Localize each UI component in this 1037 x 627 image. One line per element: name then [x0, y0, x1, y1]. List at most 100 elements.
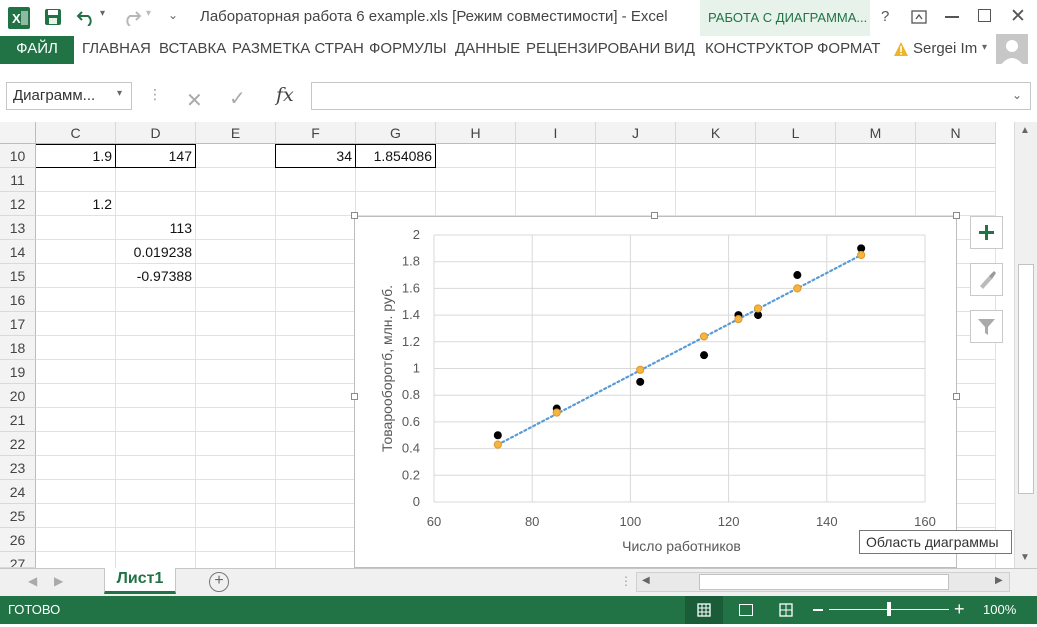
tab-data[interactable]: ДАННЫЕ — [455, 36, 520, 64]
cell-d10[interactable]: 147 — [116, 144, 196, 168]
chart-elements-button[interactable] — [970, 216, 1003, 249]
cell-c10[interactable]: 1.9 — [36, 144, 116, 168]
cell-d14[interactable]: 0.019238 — [116, 240, 196, 264]
add-sheet-icon[interactable]: + — [209, 572, 229, 592]
tab-insert[interactable]: ВСТАВКА — [159, 36, 226, 64]
row-header-12[interactable]: 12 — [0, 192, 36, 216]
tab-view[interactable]: ВИД — [664, 36, 695, 64]
column-header-e[interactable]: E — [196, 122, 276, 144]
vertical-scrollbar[interactable]: ▲ ▼ — [1014, 122, 1037, 568]
chart-resize-handle-r[interactable] — [953, 393, 960, 400]
page-layout-view-icon[interactable] — [739, 604, 753, 616]
maximize-icon[interactable] — [978, 9, 991, 22]
tab-page-layout[interactable]: РАЗМЕТКА СТРАН — [232, 36, 364, 64]
prev-sheet-icon[interactable]: ◀ — [28, 574, 37, 588]
help-button[interactable]: ? — [881, 8, 889, 25]
cell-f10[interactable]: 34 — [276, 144, 356, 168]
formula-input[interactable]: ⌄ — [311, 82, 1031, 110]
row-header-25[interactable]: 25 — [0, 504, 36, 528]
chart-styles-button[interactable] — [970, 263, 1003, 296]
row-header-27[interactable]: 27 — [0, 552, 36, 568]
tab-format[interactable]: ФОРМАТ — [817, 36, 880, 64]
row-header-22[interactable]: 22 — [0, 432, 36, 456]
page-break-view-icon[interactable] — [779, 603, 793, 617]
tab-review[interactable]: РЕЦЕНЗИРОВАНИ — [526, 36, 660, 64]
zoom-slider-thumb[interactable] — [887, 602, 891, 616]
row-header-19[interactable]: 19 — [0, 360, 36, 384]
zoom-level[interactable]: 100% — [983, 602, 1016, 617]
column-header-l[interactable]: L — [756, 122, 836, 144]
column-header-g[interactable]: G — [356, 122, 436, 144]
zoom-in-button[interactable]: + — [954, 599, 965, 620]
cell-c12[interactable]: 1.2 — [36, 192, 116, 216]
chart-resize-handle-tr[interactable] — [953, 212, 960, 219]
redo-dropdown-icon[interactable]: ▾ — [146, 8, 151, 19]
expand-formula-bar-icon[interactable]: ⌄ — [1012, 88, 1022, 102]
row-header-11[interactable]: 11 — [0, 168, 36, 192]
column-header-h[interactable]: H — [436, 122, 516, 144]
insert-function-icon[interactable]: fx — [276, 84, 294, 106]
vertical-scroll-thumb[interactable] — [1018, 264, 1034, 494]
zoom-out-button[interactable] — [813, 609, 823, 611]
column-header-c[interactable]: C — [36, 122, 116, 144]
name-box-dropdown-icon[interactable]: ▾ — [117, 88, 122, 99]
customize-qat-icon[interactable]: ⌄ — [168, 8, 178, 22]
column-header-n[interactable]: N — [916, 122, 996, 144]
tab-file[interactable]: ФАЙЛ — [0, 36, 74, 64]
redo-icon[interactable] — [120, 8, 142, 27]
column-header-j[interactable]: J — [596, 122, 676, 144]
avatar[interactable] — [996, 34, 1028, 66]
column-header-k[interactable]: K — [676, 122, 756, 144]
row-header-21[interactable]: 21 — [0, 408, 36, 432]
row-header-14[interactable]: 14 — [0, 240, 36, 264]
chart-filters-button[interactable] — [970, 310, 1003, 343]
undo-dropdown-icon[interactable]: ▾ — [100, 8, 105, 19]
save-icon[interactable] — [44, 8, 62, 26]
horizontal-scrollbar[interactable]: ◀ ▶ — [636, 572, 1010, 592]
column-header-i[interactable]: I — [516, 122, 596, 144]
row-header-13[interactable]: 13 — [0, 216, 36, 240]
close-icon[interactable]: ✕ — [1010, 5, 1026, 28]
undo-icon[interactable] — [76, 8, 98, 27]
chart-resize-handle-t[interactable] — [651, 212, 658, 219]
row-header-16[interactable]: 16 — [0, 288, 36, 312]
user-name[interactable]: Sergei Im — [913, 40, 977, 57]
chart-resize-handle-tl[interactable] — [351, 212, 358, 219]
tab-design[interactable]: КОНСТРУКТОР — [705, 36, 814, 64]
tab-home[interactable]: ГЛАВНАЯ — [82, 36, 151, 64]
normal-view-button[interactable] — [685, 596, 723, 624]
scatter-chart[interactable]: 0 0.2 0.4 0.6 0.8 1 1.2 1.4 1.6 1.8 2 60 80 100 120 140… — [355, 217, 956, 567]
scroll-left-icon[interactable]: ◀ — [642, 575, 650, 586]
scroll-up-icon[interactable]: ▲ — [1020, 125, 1030, 136]
row-header-18[interactable]: 18 — [0, 336, 36, 360]
column-header-f[interactable]: F — [276, 122, 356, 144]
row-header-26[interactable]: 26 — [0, 528, 36, 552]
row-header-23[interactable]: 23 — [0, 456, 36, 480]
row-header-10[interactable]: 10 — [0, 144, 36, 168]
row-header-24[interactable]: 24 — [0, 480, 36, 504]
column-header-m[interactable]: M — [836, 122, 916, 144]
minimize-icon[interactable] — [945, 16, 959, 18]
chart-resize-handle-l[interactable] — [351, 393, 358, 400]
column-header-d[interactable]: D — [116, 122, 196, 144]
tab-formulas[interactable]: ФОРМУЛЫ — [369, 36, 447, 64]
sheet-bar-options-icon[interactable]: ⋮ — [620, 574, 632, 588]
next-sheet-icon[interactable]: ▶ — [54, 574, 63, 588]
cell-d15[interactable]: -0.97388 — [116, 264, 196, 288]
ribbon-display-options-icon[interactable] — [911, 10, 927, 24]
row-header-20[interactable]: 20 — [0, 384, 36, 408]
select-all-corner[interactable] — [0, 122, 36, 144]
cell-g10[interactable]: 1.854086 — [356, 144, 436, 168]
cell-d13[interactable]: 113 — [116, 216, 196, 240]
scroll-down-icon[interactable]: ▼ — [1020, 552, 1030, 563]
confirm-entry-icon[interactable]: ✓ — [229, 86, 246, 111]
sheet-tab-list1[interactable]: Лист1 — [104, 568, 176, 594]
horizontal-scroll-thumb[interactable] — [699, 574, 949, 590]
name-box[interactable]: Диаграмм... ▾ — [6, 82, 132, 110]
scroll-right-icon[interactable]: ▶ — [995, 575, 1003, 586]
row-header-15[interactable]: 15 — [0, 264, 36, 288]
chart-area[interactable]: 0 0.2 0.4 0.6 0.8 1 1.2 1.4 1.6 1.8 2 60 80 100 120 140… — [354, 216, 957, 568]
user-dropdown-icon[interactable]: ▾ — [982, 42, 987, 53]
row-header-17[interactable]: 17 — [0, 312, 36, 336]
more-options-icon[interactable]: ⋮ — [148, 86, 162, 103]
